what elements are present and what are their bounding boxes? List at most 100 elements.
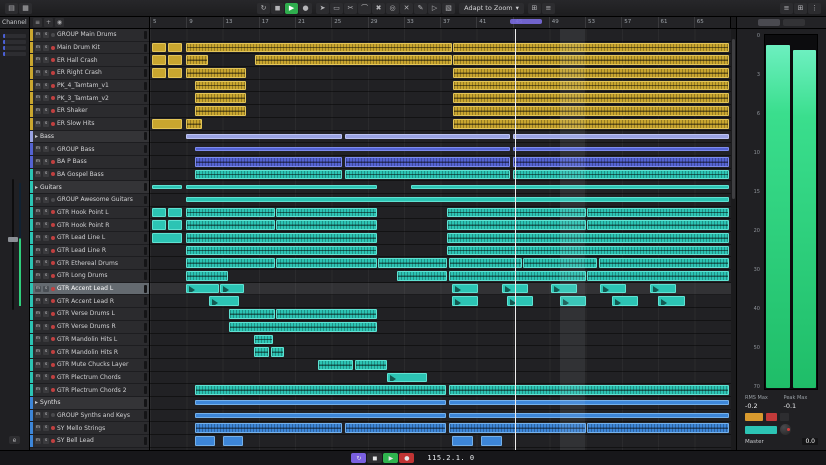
master-level-value[interactable]: 0.0 — [802, 438, 818, 445]
audio-event[interactable] — [587, 423, 729, 433]
mute-button[interactable]: m — [35, 336, 41, 342]
audition-tool-icon[interactable]: ▷ — [428, 3, 441, 14]
audio-event[interactable] — [600, 284, 626, 294]
audio-event[interactable] — [612, 296, 638, 306]
add-track-icon[interactable]: + — [44, 18, 53, 27]
erase-tool-icon[interactable]: ✖ — [372, 3, 385, 14]
audio-event[interactable] — [186, 119, 202, 129]
object-selection-tool-icon[interactable]: ➤ — [316, 3, 329, 14]
audio-event[interactable] — [513, 147, 729, 152]
mute-button[interactable]: m — [35, 362, 41, 368]
solo-button[interactable]: s — [43, 95, 49, 101]
audio-event[interactable] — [345, 423, 447, 433]
track-row[interactable]: msGTR Lead Line L — [30, 232, 149, 245]
audio-event[interactable] — [447, 233, 728, 243]
find-track-icon[interactable]: ◉ — [55, 18, 64, 27]
folder-expand-icon[interactable]: ▸ — [35, 184, 38, 191]
stop-button[interactable]: ◼ — [367, 453, 382, 463]
audio-event[interactable] — [195, 81, 246, 91]
audio-event[interactable] — [449, 400, 729, 405]
audio-event[interactable] — [186, 68, 246, 78]
audio-event[interactable] — [186, 271, 228, 281]
mute-button[interactable]: m — [35, 286, 41, 292]
zoom-preset-dropdown[interactable]: Adapt to Zoom ▾ — [459, 3, 524, 14]
solo-button[interactable]: s — [43, 374, 49, 380]
audio-event[interactable] — [355, 360, 388, 370]
window-layout-icon[interactable]: ▦ — [19, 3, 32, 14]
track-row[interactable]: msSY Bell Lead — [30, 435, 149, 448]
solo-button[interactable]: s — [43, 438, 49, 444]
record-arm-button[interactable] — [51, 172, 55, 176]
audio-event[interactable] — [453, 68, 728, 78]
audio-event[interactable] — [587, 208, 729, 218]
solo-button[interactable]: s — [43, 171, 49, 177]
record-arm-button[interactable] — [51, 249, 55, 253]
track-row[interactable]: ▸Guitars — [30, 181, 149, 194]
audio-event[interactable] — [254, 335, 273, 345]
audio-event[interactable] — [195, 106, 246, 116]
record-arm-button[interactable] — [51, 58, 55, 62]
record-arm-button[interactable] — [51, 236, 55, 240]
mute-button[interactable]: m — [35, 32, 41, 38]
mute-button[interactable]: m — [35, 222, 41, 228]
record-arm-button[interactable] — [51, 71, 55, 75]
channel-fader[interactable] — [0, 179, 29, 310]
insert-slot-button[interactable] — [745, 426, 777, 434]
record-arm-button[interactable] — [51, 388, 55, 392]
audio-event[interactable] — [452, 436, 473, 446]
play-button[interactable]: ▶ — [383, 453, 398, 463]
track-row[interactable]: msGTR Accent Lead L — [30, 283, 149, 296]
more-options-icon[interactable]: ⋮ — [808, 3, 821, 14]
track-row[interactable]: msGTR Long Drums — [30, 270, 149, 283]
solo-button[interactable]: s — [43, 108, 49, 114]
audio-event[interactable] — [168, 208, 182, 218]
right-zone-toggle-icon[interactable]: ⊞ — [794, 3, 807, 14]
solo-button[interactable]: s — [43, 260, 49, 266]
record-arm-button[interactable] — [51, 426, 55, 430]
solo-button[interactable]: s — [43, 324, 49, 330]
audio-event[interactable] — [481, 436, 502, 446]
audio-event[interactable] — [453, 43, 728, 53]
solo-button[interactable]: s — [43, 57, 49, 63]
audio-event[interactable] — [387, 373, 427, 383]
setup-menu-icon[interactable]: ≡ — [780, 3, 793, 14]
control-room-tab[interactable] — [783, 19, 805, 26]
solo-button[interactable]: s — [43, 146, 49, 152]
audio-event[interactable] — [223, 436, 243, 446]
record-arm-button[interactable] — [51, 363, 55, 367]
audio-event[interactable] — [276, 309, 377, 319]
track-row[interactable]: msBA Gospel Bass — [30, 169, 149, 182]
mute-button[interactable]: m — [35, 45, 41, 51]
mute-button[interactable]: m — [35, 121, 41, 127]
mute-button[interactable]: m — [35, 209, 41, 215]
split-tool-icon[interactable]: ✂ — [344, 3, 357, 14]
track-row[interactable]: msGTR Hook Point R — [30, 219, 149, 232]
record-arm-button[interactable] — [51, 413, 55, 417]
audio-event[interactable] — [513, 134, 729, 139]
record-arm-button[interactable] — [51, 122, 55, 126]
track-row[interactable]: msGROUP Bass — [30, 143, 149, 156]
audio-event[interactable] — [186, 208, 275, 218]
audio-event[interactable] — [507, 296, 533, 306]
audio-event[interactable] — [276, 208, 377, 218]
mute-button[interactable]: m — [35, 159, 41, 165]
solo-button[interactable]: s — [43, 412, 49, 418]
track-row[interactable]: msGTR Accent Lead R — [30, 295, 149, 308]
track-row[interactable]: msGTR Verse Drums L — [30, 308, 149, 321]
audio-event[interactable] — [229, 322, 377, 332]
play-icon[interactable]: ▶ — [285, 3, 298, 14]
record-arm-button[interactable] — [51, 274, 55, 278]
audio-event[interactable] — [186, 220, 275, 230]
record-arm-button[interactable] — [51, 84, 55, 88]
mute-button[interactable]: m — [35, 108, 41, 114]
edit-channel-button[interactable]: e — [9, 436, 20, 444]
audio-event[interactable] — [186, 197, 729, 202]
track-row[interactable]: msER Slow Hits — [30, 118, 149, 131]
record-arm-button[interactable] — [51, 325, 55, 329]
solo-button[interactable]: s — [43, 83, 49, 89]
draw-tool-icon[interactable]: ✎ — [414, 3, 427, 14]
audio-event[interactable] — [254, 347, 269, 357]
clip-indicator[interactable] — [766, 413, 777, 421]
solo-button[interactable]: s — [43, 425, 49, 431]
mute-button[interactable]: m — [35, 374, 41, 380]
